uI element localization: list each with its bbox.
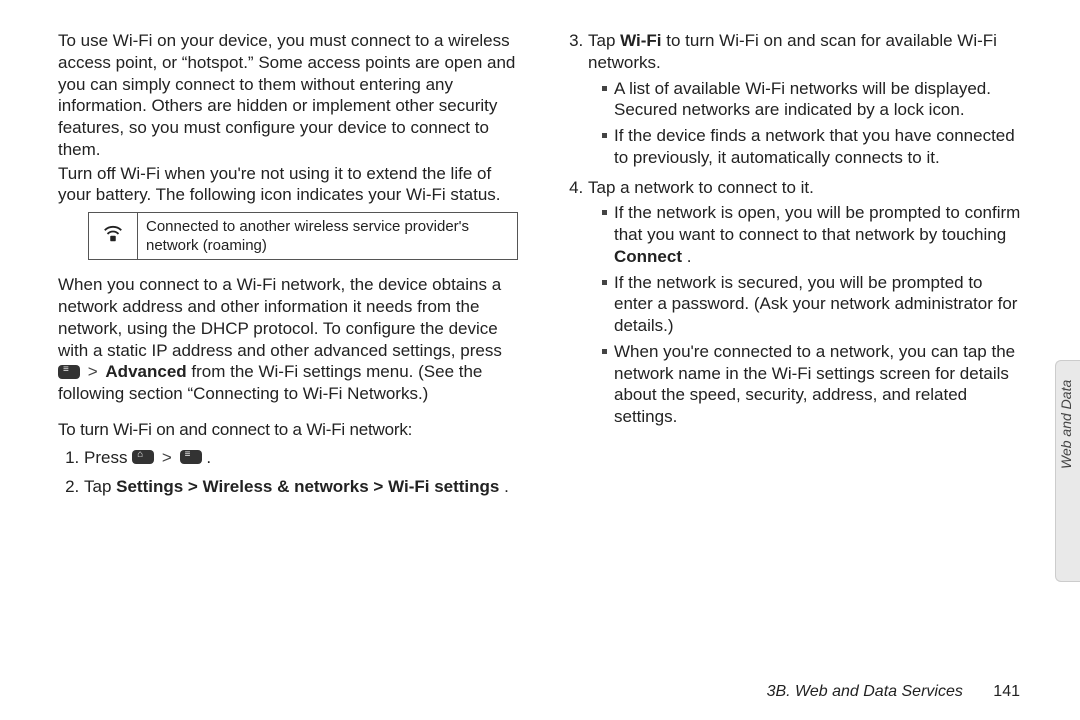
- page-footer: 3B. Web and Data Services 141: [60, 682, 1020, 702]
- sub-bullet: A list of available Wi-Fi networks will …: [602, 78, 1022, 122]
- chapter-thumb-label: Web and Data: [1058, 380, 1076, 469]
- body-paragraph: To use Wi-Fi on your device, you must co…: [58, 30, 518, 161]
- sub-bullet: If the network is open, you will be prom…: [602, 202, 1022, 267]
- procedure-heading: To turn Wi-Fi on and connect to a Wi-Fi …: [58, 419, 518, 441]
- step-4: Tap a network to connect to it. If the n…: [588, 177, 1022, 428]
- body-paragraph: When you connect to a Wi-Fi network, the…: [58, 274, 518, 405]
- sub-bullet: When you're connected to a network, you …: [602, 341, 1022, 428]
- body-paragraph: Turn off Wi-Fi when you're not using it …: [58, 163, 518, 207]
- home-key-icon: [132, 450, 154, 464]
- status-icon-table: Connected to another wireless service pr…: [88, 212, 518, 260]
- menu-key-icon: [58, 365, 80, 379]
- chapter-thumb-tab: Web and Data: [1055, 360, 1080, 582]
- manual-page: To use Wi-Fi on your device, you must co…: [0, 0, 1080, 720]
- sub-bullet: If the device finds a network that you h…: [602, 125, 1022, 169]
- menu-key-icon: [180, 450, 202, 464]
- step-3: Tap Wi-Fi to turn Wi-Fi on and scan for …: [588, 30, 1022, 169]
- sub-bullet: If the network is secured, you will be p…: [602, 272, 1022, 337]
- step-2: Tap Settings > Wireless & networks > Wi-…: [84, 476, 518, 498]
- status-icon-description: Connected to another wireless service pr…: [138, 213, 518, 260]
- footer-section-title: 3B. Web and Data Services: [767, 683, 963, 700]
- wifi-roaming-icon: [89, 213, 138, 260]
- step-1: Press > .: [84, 447, 518, 469]
- page-number: 141: [993, 683, 1020, 700]
